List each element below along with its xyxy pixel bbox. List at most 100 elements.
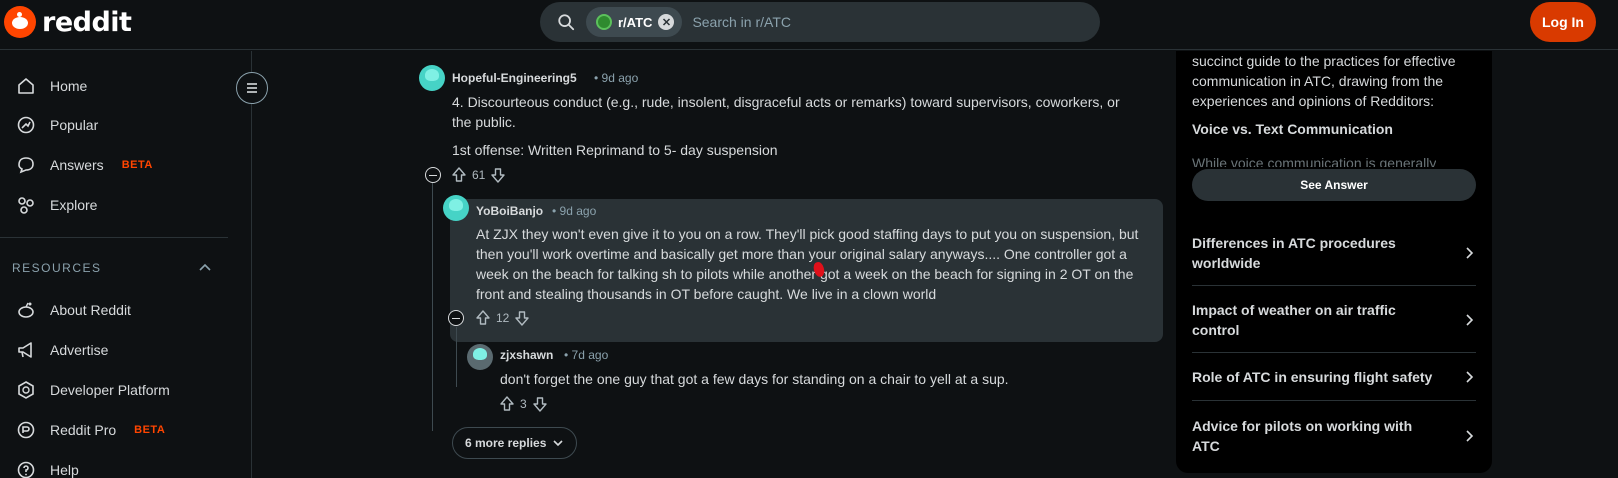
sidebar-item-home[interactable]: Home	[16, 71, 87, 101]
upvote-icon[interactable]	[450, 166, 468, 184]
comment-thread: Hopeful-Engineering5 • 9d ago 4. Discour…	[410, 51, 1163, 478]
thread-line	[432, 181, 433, 431]
answers-icon	[18, 157, 34, 174]
vote-count: 3	[520, 397, 527, 411]
chevron-right-icon	[1466, 371, 1474, 383]
related-question[interactable]: Differences in ATC procedures worldwide	[1192, 233, 1476, 273]
sidebar-item-label: Popular	[50, 117, 99, 133]
close-icon[interactable]: ✕	[658, 14, 675, 30]
top-header: reddit r/ATC ✕ Log In	[0, 0, 1618, 50]
related-question[interactable]: Impact of weather on air traffic control	[1192, 300, 1476, 340]
answer-heading: Voice vs. Text Communication	[1192, 121, 1393, 137]
related-question[interactable]: Advice for pilots on working with ATC	[1192, 416, 1476, 456]
thread-line	[456, 327, 457, 387]
chevron-right-icon	[1466, 247, 1474, 259]
sidebar-item-label: Advertise	[50, 342, 109, 358]
answer-intro: succinct guide to the practices for effe…	[1192, 53, 1456, 109]
sidebar-item-popular[interactable]: Popular	[16, 110, 98, 140]
explore-icon	[18, 197, 34, 214]
collapse-sidebar-button[interactable]	[236, 72, 268, 104]
sidebar-item-explore[interactable]: Explore	[16, 190, 97, 220]
search-icon	[546, 13, 586, 31]
more-replies-button[interactable]: 6 more replies	[452, 427, 578, 459]
chevron-down-icon	[553, 440, 563, 447]
login-button[interactable]: Log In	[1530, 2, 1596, 42]
resources-label: RESOURCES	[12, 261, 102, 275]
chevron-up-icon	[199, 263, 211, 271]
search-input[interactable]	[692, 14, 1100, 30]
subreddit-filter-chip[interactable]: r/ATC ✕	[586, 7, 683, 37]
see-answer-button[interactable]: See Answer	[1192, 169, 1476, 201]
related-question-label: Role of ATC in ensuring flight safety	[1192, 369, 1433, 385]
chevron-right-icon	[1466, 314, 1474, 326]
comment-meta: • 7d ago	[564, 348, 609, 362]
divider	[1192, 285, 1476, 286]
help-icon	[17, 461, 35, 478]
avatar[interactable]	[467, 344, 493, 370]
sidebar-item-label: Home	[50, 78, 88, 94]
sidebar-item-label: About Reddit	[50, 302, 131, 318]
collapse-thread-button[interactable]	[448, 310, 464, 326]
comment-author[interactable]: Hopeful-Engineering5	[452, 71, 577, 85]
comment-time: 7d ago	[571, 348, 609, 362]
vote-count: 12	[496, 311, 510, 325]
sidebar-item-about-reddit[interactable]: About Reddit	[16, 295, 131, 325]
sidebar-divider	[0, 237, 228, 238]
comment-author[interactable]: YoBoiBanjo	[476, 204, 543, 218]
subreddit-chip-label: r/ATC	[618, 14, 653, 30]
divider	[1192, 400, 1476, 401]
vote-count: 61	[472, 168, 486, 182]
developer-icon	[18, 381, 34, 399]
left-sidebar: Home Popular Answers BETA Explore RESOUR…	[0, 51, 252, 478]
downvote-icon[interactable]	[489, 166, 507, 184]
pro-icon	[17, 421, 35, 439]
comment-body: 4. Discourteous conduct (e.g., rude, ins…	[452, 94, 1120, 130]
sidebar-item-label: Help	[50, 462, 79, 478]
vote-row: 3	[498, 395, 549, 413]
comment-author[interactable]: zjxshawn	[500, 348, 553, 362]
sidebar-item-reddit-pro[interactable]: Reddit Pro BETA	[16, 415, 165, 445]
reddit-alien-icon	[18, 302, 34, 318]
comment-body: At ZJX they won't even give it to you on…	[476, 226, 1139, 302]
upvote-icon[interactable]	[498, 395, 516, 413]
megaphone-icon	[18, 342, 32, 358]
home-icon	[18, 78, 34, 94]
comment-time: 9d ago	[559, 204, 597, 218]
related-question-label: Advice for pilots on working with ATC	[1192, 418, 1413, 454]
sidebar-item-label: Reddit Pro	[50, 422, 117, 438]
comment-meta: • 9d ago	[594, 71, 639, 85]
sidebar-item-developer-platform[interactable]: Developer Platform	[16, 375, 170, 405]
comment-time: 9d ago	[601, 71, 639, 85]
search-bar[interactable]: r/ATC ✕	[540, 2, 1100, 42]
sidebar-item-help[interactable]: Help	[16, 455, 79, 478]
logo-text: reddit	[42, 6, 132, 38]
comment-body: don't forget the one guy that got a few …	[500, 371, 1009, 387]
beta-badge: BETA	[121, 159, 153, 171]
chevron-right-icon	[1466, 430, 1474, 442]
related-question-label: Impact of weather on air traffic control	[1192, 302, 1396, 338]
related-question-label: Differences in ATC procedures worldwide	[1192, 235, 1396, 271]
beta-badge: BETA	[134, 424, 166, 436]
related-question[interactable]: Role of ATC in ensuring flight safety	[1192, 367, 1476, 387]
sidebar-item-advertise[interactable]: Advertise	[16, 335, 108, 365]
more-replies-label: 6 more replies	[465, 436, 547, 450]
downvote-icon[interactable]	[531, 395, 549, 413]
subreddit-avatar	[596, 14, 612, 30]
comment-meta: • 9d ago	[552, 204, 597, 218]
reddit-snoo-icon	[4, 6, 36, 38]
reddit-logo[interactable]: reddit	[4, 6, 132, 38]
menu-icon	[247, 83, 257, 93]
sidebar-item-label: Answers	[50, 157, 104, 173]
sidebar-item-label: Explore	[50, 197, 98, 213]
collapse-thread-button[interactable]	[425, 167, 441, 183]
resources-section-header[interactable]: RESOURCES	[12, 261, 212, 275]
sidebar-item-answers[interactable]: Answers BETA	[16, 150, 153, 180]
answer-preview: While voice communication is generally	[1192, 155, 1437, 167]
avatar[interactable]	[419, 65, 445, 91]
downvote-icon[interactable]	[513, 309, 531, 327]
upvote-icon[interactable]	[474, 309, 492, 327]
avatar[interactable]	[443, 195, 469, 221]
comment-body: 1st offense: Written Reprimand to 5- day…	[452, 142, 778, 158]
vote-row: 61	[450, 166, 507, 184]
popular-icon	[17, 116, 35, 134]
